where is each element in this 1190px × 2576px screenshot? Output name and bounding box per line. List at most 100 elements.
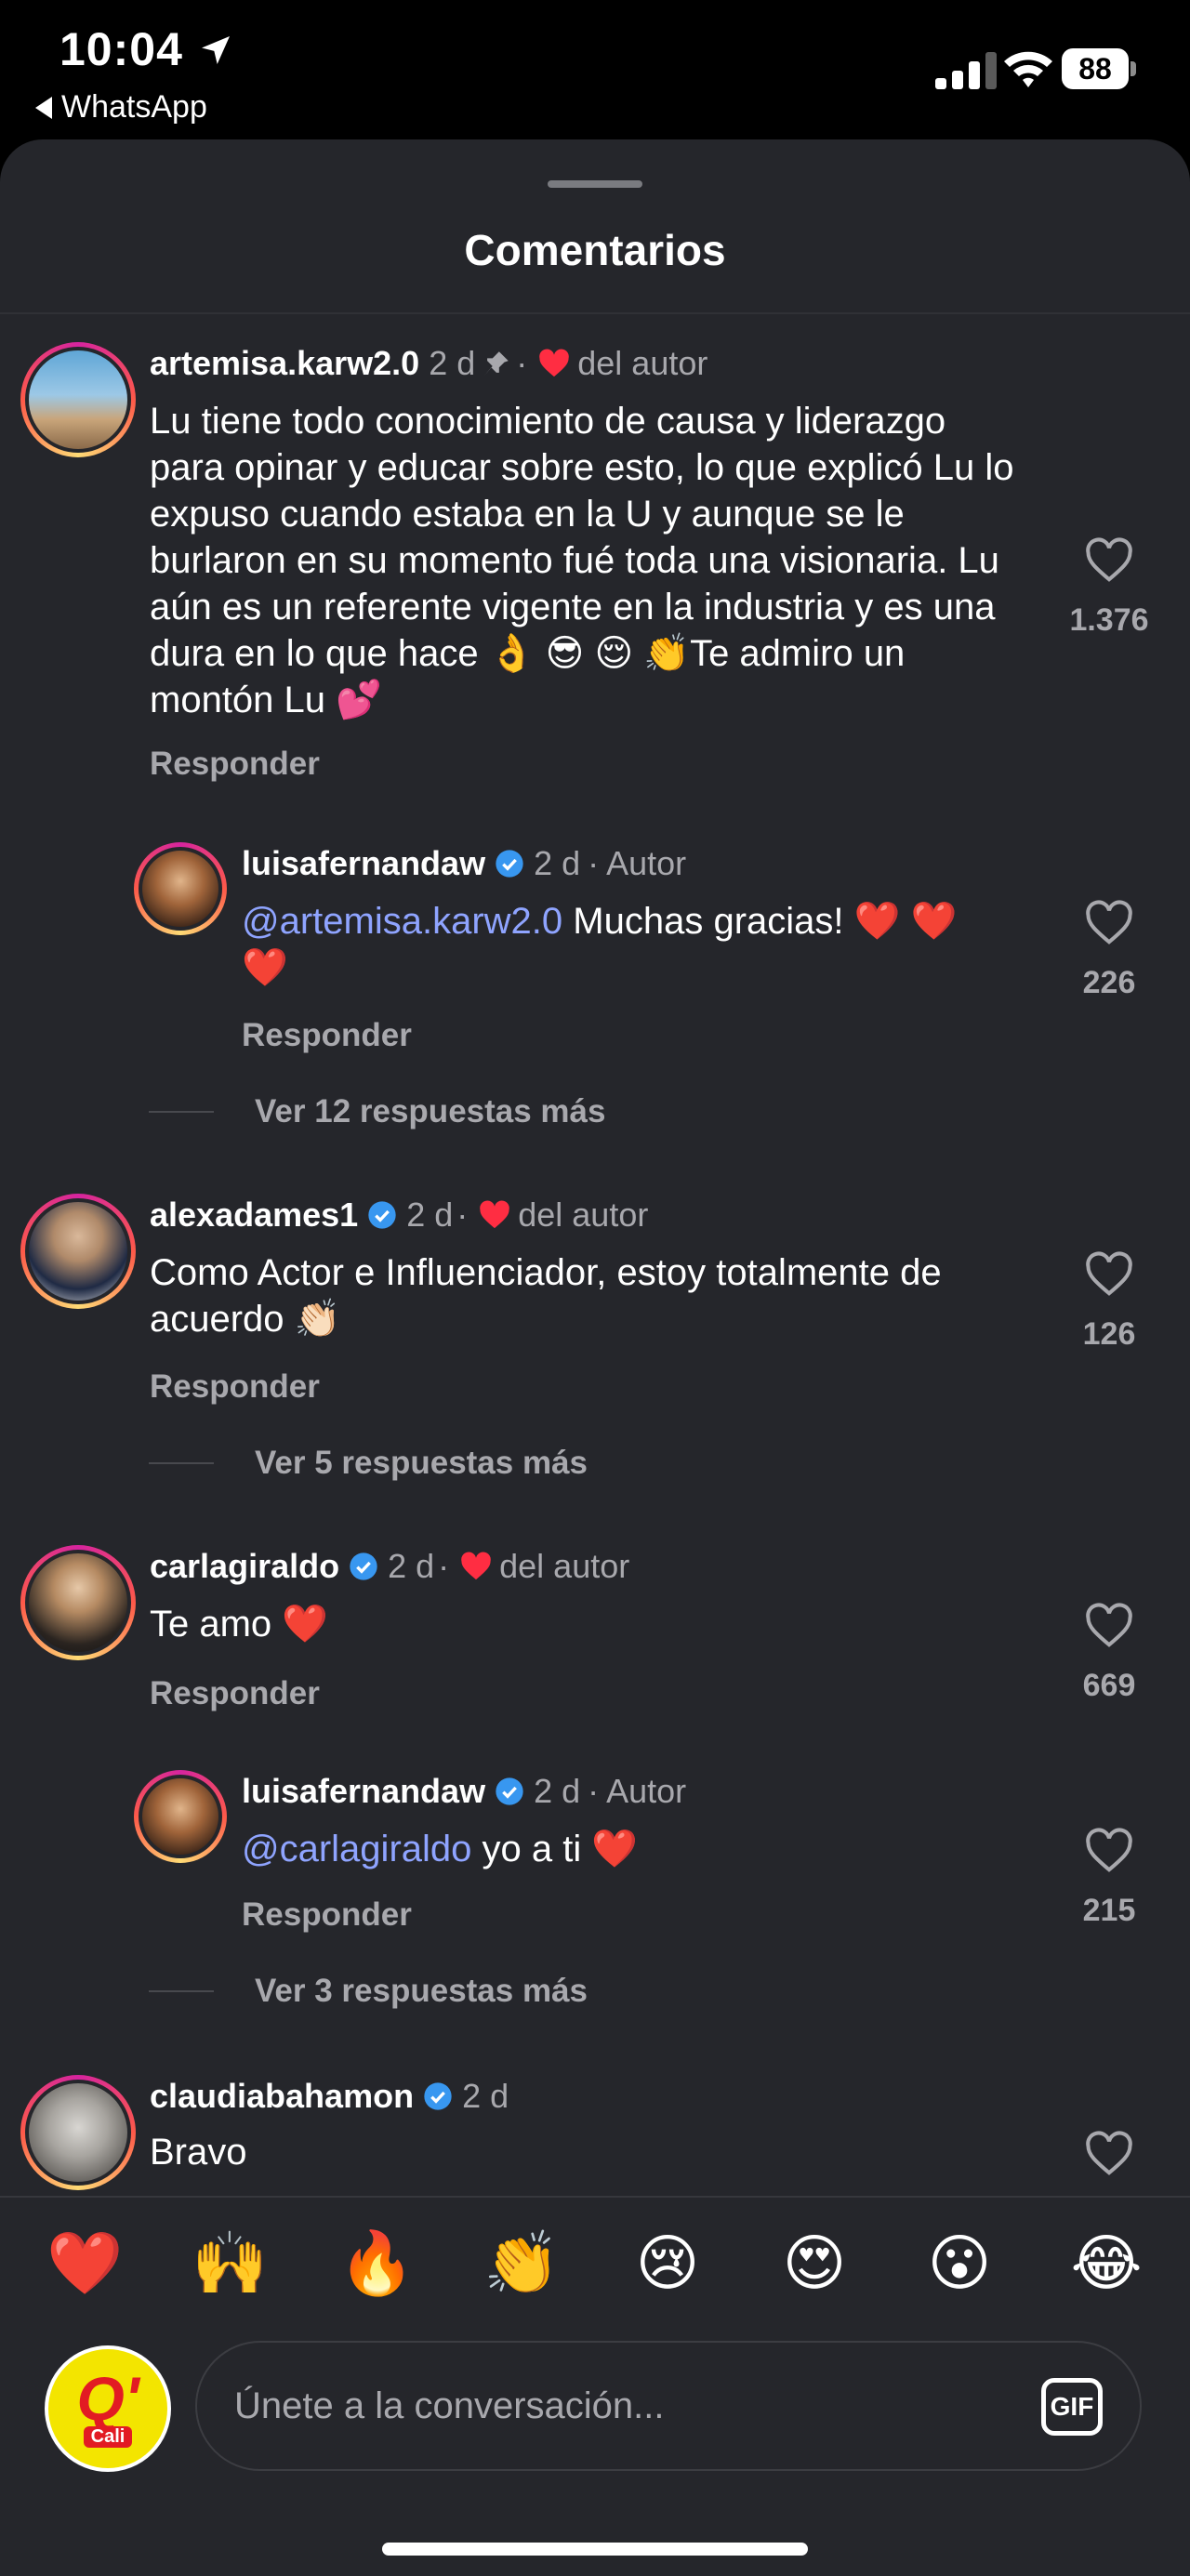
author-like-label: del autor xyxy=(518,1196,649,1234)
author-heart-icon xyxy=(461,1552,491,1580)
comment-input[interactable]: Únete a la conversación... GIF xyxy=(195,2341,1142,2471)
home-indicator xyxy=(382,2543,808,2556)
thread-line xyxy=(149,1462,214,1464)
reply-button[interactable]: Responder xyxy=(150,1368,320,1406)
author-like-label: del autor xyxy=(499,1547,630,1585)
emoji-surprised[interactable]: 😮 xyxy=(922,2226,997,2301)
sheet-title: Comentarios xyxy=(464,226,726,274)
comment-meta: luisafernandaw 2 d · Autor xyxy=(242,1772,686,1811)
emoji-heart-eyes[interactable]: 😍 xyxy=(777,2226,852,2301)
avatar[interactable] xyxy=(20,1194,136,1309)
mention-link[interactable]: @artemisa.karw2.0 xyxy=(242,901,562,942)
author-tag: Autor xyxy=(606,1772,687,1810)
emoji-heart[interactable]: ❤️ xyxy=(46,2226,123,2301)
back-app-label: WhatsApp xyxy=(61,89,207,125)
pin-icon xyxy=(484,351,509,376)
heart-outline-icon xyxy=(1086,537,1132,582)
comment-age: 2 d xyxy=(429,344,476,382)
author-heart-icon xyxy=(480,1200,510,1229)
comment-text: Lu tiene todo conocimiento de causa y li… xyxy=(150,401,1014,720)
reply-button[interactable]: Responder xyxy=(242,1017,412,1054)
comment-meta: carlagiraldo 2 d · del autor xyxy=(150,1547,629,1586)
separator-dot: · xyxy=(456,1196,469,1234)
like-count: 1.376 xyxy=(1069,602,1149,638)
comment-age: 2 d xyxy=(388,1547,435,1585)
verified-badge-icon xyxy=(496,850,523,878)
heart-outline-icon xyxy=(1086,1251,1132,1296)
view-more-label: Ver 5 respuestas más xyxy=(255,1445,588,1481)
username[interactable]: alexadames1 xyxy=(150,1196,358,1235)
battery-cap xyxy=(1130,61,1136,76)
emoji-raised-hands[interactable]: 🙌 xyxy=(192,2226,268,2301)
avatar[interactable] xyxy=(20,342,136,457)
battery-level: 88 xyxy=(1062,48,1129,89)
like-button[interactable] xyxy=(1053,2131,1165,2177)
comment-text: Te amo ❤️ xyxy=(150,1604,329,1645)
emoji-clap[interactable]: 👏 xyxy=(483,2226,560,2301)
back-triangle-icon xyxy=(35,96,52,119)
author-like-label: del autor xyxy=(577,344,708,382)
divider xyxy=(0,312,1190,314)
emoji-fire[interactable]: 🔥 xyxy=(338,2226,415,2301)
avatar[interactable] xyxy=(20,2075,136,2190)
verified-badge-icon xyxy=(350,1552,377,1580)
comment-age: 2 d xyxy=(406,1196,454,1234)
like-count: 215 xyxy=(1082,1893,1136,1928)
battery-indicator: 88 xyxy=(1062,48,1136,89)
view-more-replies[interactable]: Ver 12 respuestas más xyxy=(149,1093,605,1130)
reply-button[interactable]: Responder xyxy=(150,1675,320,1712)
reply-button[interactable]: Responder xyxy=(242,1896,412,1934)
heart-outline-icon xyxy=(1086,2131,1132,2175)
sheet-grabber[interactable] xyxy=(548,180,642,188)
avatar-logo-sub: Cali xyxy=(83,2425,133,2448)
comment-meta: artemisa.karw2.0 2 d · del autor xyxy=(150,344,707,383)
thread-line xyxy=(149,1111,214,1113)
current-user-avatar: Q' Cali xyxy=(45,2345,171,2472)
emoji-laughing[interactable]: 😂 xyxy=(1069,2226,1144,2301)
heart-outline-icon xyxy=(1086,900,1132,945)
comment-text: @carlagiraldo yo a ti ❤️ xyxy=(242,1826,1004,1872)
clock: 10:04 xyxy=(60,23,183,75)
verified-badge-icon xyxy=(496,1777,523,1805)
heart-outline-icon xyxy=(1086,1603,1132,1647)
back-to-app-link[interactable]: WhatsApp xyxy=(35,89,207,125)
comments-sheet: Comentarios artemisa.karw2.0 2 d · del a… xyxy=(0,139,1190,2576)
separator-dot: · xyxy=(588,1772,600,1810)
comment-text: @artemisa.karw2.0 Muchas gracias! ❤️ ❤️ … xyxy=(242,898,1004,991)
wifi-icon xyxy=(1004,51,1052,87)
comment-input-placeholder: Únete a la conversación... xyxy=(234,2385,665,2426)
comment-text: Como Actor e Influenciador, estoy totalm… xyxy=(150,1252,942,1340)
comment-age: 2 d xyxy=(462,2077,509,2115)
heart-outline-icon xyxy=(1086,1828,1132,1872)
like-count: 126 xyxy=(1082,1316,1136,1352)
separator-dot: · xyxy=(438,1547,450,1585)
like-button[interactable]: 126 xyxy=(1053,1251,1165,1353)
comment-meta: luisafernandaw 2 d · Autor xyxy=(242,844,686,883)
gif-button[interactable]: GIF xyxy=(1041,2378,1103,2436)
avatar[interactable] xyxy=(20,1545,136,1660)
username[interactable]: carlagiraldo xyxy=(150,1547,339,1586)
location-arrow-icon xyxy=(202,36,230,64)
divider xyxy=(0,2196,1190,2198)
author-tag: Autor xyxy=(606,844,687,882)
username[interactable]: artemisa.karw2.0 xyxy=(150,344,419,383)
like-count: 669 xyxy=(1082,1668,1136,1703)
mention-link[interactable]: @carlagiraldo xyxy=(242,1829,471,1869)
author-heart-icon xyxy=(539,349,570,377)
username[interactable]: claudiabahamon xyxy=(150,2077,414,2116)
comment-meta: claudiabahamon 2 d xyxy=(150,2077,509,2116)
like-button[interactable]: 1.376 xyxy=(1053,537,1165,639)
like-button[interactable]: 215 xyxy=(1053,1828,1165,1929)
username[interactable]: luisafernandaw xyxy=(242,844,485,883)
avatar[interactable] xyxy=(134,842,227,935)
avatar[interactable] xyxy=(134,1770,227,1863)
view-more-replies[interactable]: Ver 3 respuestas más xyxy=(149,1973,588,2010)
emoji-crying[interactable]: 😢 xyxy=(630,2226,705,2301)
status-bar: 10:04 WhatsApp 88 xyxy=(0,0,1190,139)
like-button[interactable]: 226 xyxy=(1053,900,1165,1001)
view-more-replies[interactable]: Ver 5 respuestas más xyxy=(149,1445,588,1482)
username[interactable]: luisafernandaw xyxy=(242,1772,485,1811)
like-button[interactable]: 669 xyxy=(1053,1603,1165,1704)
comment-text: Bravo xyxy=(150,2132,247,2173)
reply-button[interactable]: Responder xyxy=(150,746,320,783)
